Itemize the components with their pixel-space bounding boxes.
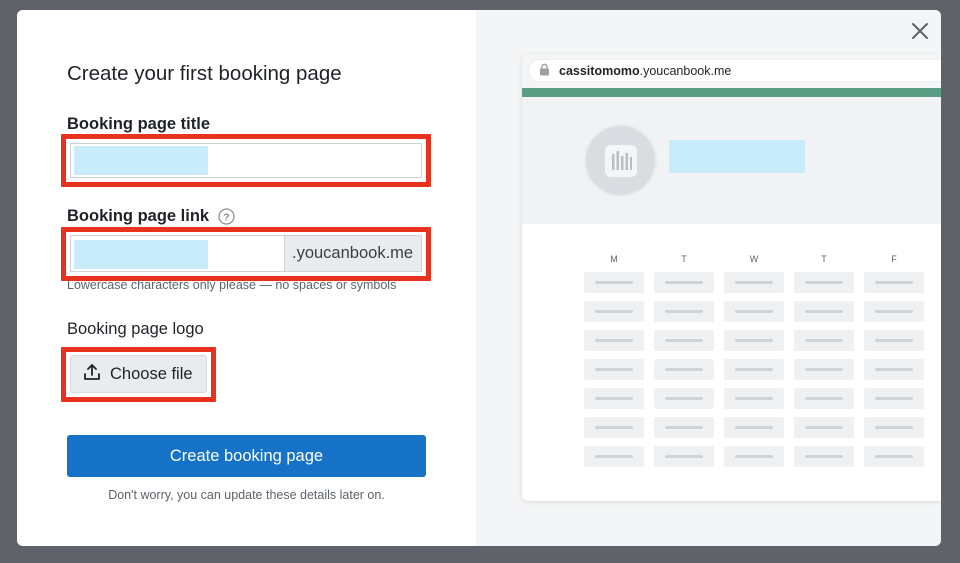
- calendar-slot: [724, 359, 784, 380]
- calendar-slot: [584, 301, 644, 322]
- calendar-slot: [794, 330, 854, 351]
- calendar-slot: [864, 330, 924, 351]
- upload-icon: [82, 362, 102, 387]
- calendar-slot: [654, 301, 714, 322]
- calendar-slot: [794, 272, 854, 293]
- booking-link-label: Booking page link: [67, 207, 210, 225]
- calendar-slot: [584, 446, 644, 467]
- booking-title-label: Booking page title: [67, 115, 211, 133]
- calendar-slot: [864, 301, 924, 322]
- booking-link-label-row: Booking page link ?: [67, 207, 235, 226]
- choose-file-button[interactable]: Choose file: [70, 355, 207, 393]
- calendar-slot: [794, 359, 854, 380]
- calendar-slot: [654, 272, 714, 293]
- lock-icon: [539, 63, 550, 79]
- building-logo-icon: [604, 144, 637, 177]
- preview-url: cassitomomo.youcanbook.me: [559, 64, 731, 78]
- svg-text:?: ?: [223, 212, 229, 224]
- calendar-slot: [724, 330, 784, 351]
- help-icon[interactable]: ?: [218, 208, 235, 225]
- calendar-slot: [864, 446, 924, 467]
- calendar-day-header: W: [749, 254, 759, 264]
- calendar-slot: [864, 388, 924, 409]
- calendar-slot: [864, 359, 924, 380]
- calendar-slot: [724, 272, 784, 293]
- booking-title-input[interactable]: [70, 143, 422, 178]
- calendar-slot: [794, 446, 854, 467]
- calendar-day-header: F: [891, 254, 897, 264]
- booking-logo-label: Booking page logo: [67, 320, 204, 338]
- calendar-slot: [584, 388, 644, 409]
- choose-file-label: Choose file: [110, 364, 193, 383]
- preview-panel: cassitomomo.youcanbook.me M T W T F: [476, 10, 941, 546]
- calendar-slot: [654, 417, 714, 438]
- calendar-slot: [724, 417, 784, 438]
- link-suffix: .youcanbook.me: [284, 236, 421, 271]
- redacted-link-value: [74, 240, 208, 269]
- calendar-day-header: M: [610, 254, 618, 264]
- create-booking-page-button[interactable]: Create booking page: [67, 435, 426, 477]
- redacted-title-value: [74, 146, 208, 175]
- booking-page-preview: cassitomomo.youcanbook.me M T W T F: [522, 54, 941, 501]
- calendar-slot: [724, 388, 784, 409]
- update-later-note: Don't worry, you can update these detail…: [108, 488, 385, 502]
- calendar-slot: [794, 301, 854, 322]
- calendar-slot: [654, 359, 714, 380]
- preview-title-placeholder: [669, 140, 805, 173]
- calendar-day-header: T: [821, 254, 827, 264]
- preview-accent-strip: [522, 88, 941, 97]
- booking-link-input[interactable]: [71, 236, 284, 271]
- calendar-slot: [724, 446, 784, 467]
- booking-link-input-group: .youcanbook.me: [70, 235, 422, 272]
- form-panel: Create your first booking page Booking p…: [17, 10, 476, 546]
- link-hint: Lowercase characters only please — no sp…: [67, 278, 397, 292]
- calendar-slot: [864, 272, 924, 293]
- calendar-slot: [794, 388, 854, 409]
- preview-url-bar: cassitomomo.youcanbook.me: [528, 59, 941, 82]
- preview-logo-avatar: [584, 124, 657, 197]
- close-icon: [912, 23, 928, 39]
- calendar-day-header: T: [681, 254, 687, 264]
- create-booking-modal: Create your first booking page Booking p…: [17, 10, 941, 546]
- page-title: Create your first booking page: [67, 62, 342, 85]
- calendar-slot: [864, 417, 924, 438]
- calendar-slot: [654, 388, 714, 409]
- calendar-slot: [584, 417, 644, 438]
- calendar-slot: [584, 272, 644, 293]
- calendar-slot: [584, 359, 644, 380]
- calendar-slot: [724, 301, 784, 322]
- calendar-slot: [584, 330, 644, 351]
- calendar-slot: [654, 446, 714, 467]
- calendar-slot: [794, 417, 854, 438]
- close-button[interactable]: [909, 20, 931, 42]
- preview-url-domain: .youcanbook.me: [639, 63, 732, 78]
- calendar-slot: [654, 330, 714, 351]
- preview-url-subdomain: cassitomomo: [559, 63, 640, 78]
